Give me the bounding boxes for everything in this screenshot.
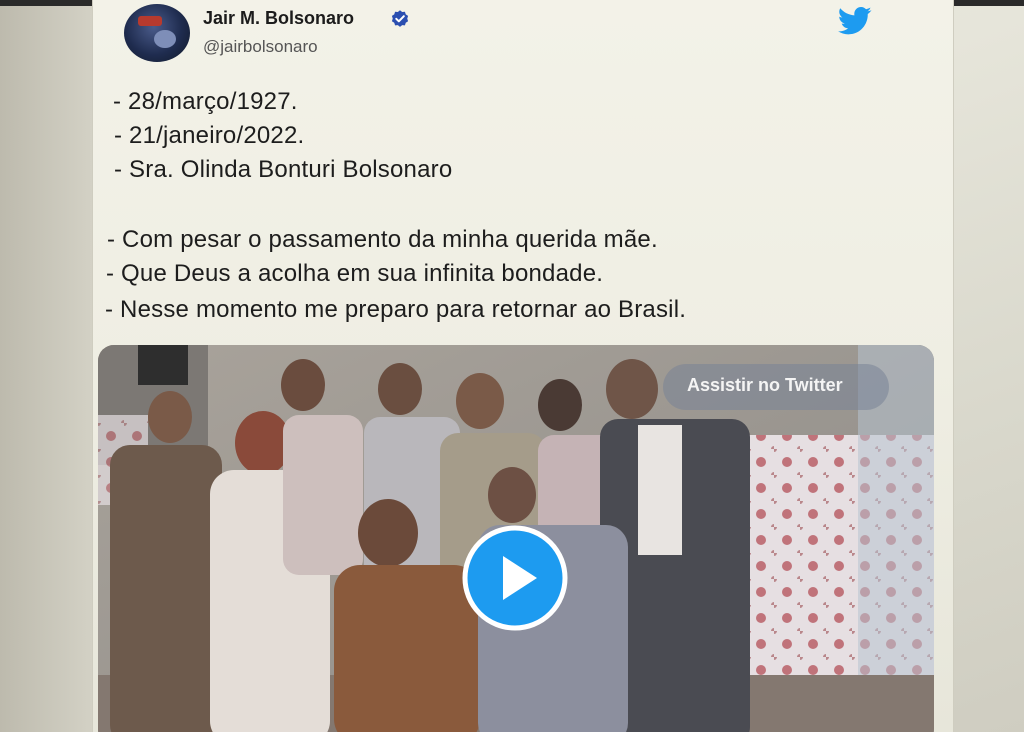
verified-badge-icon (391, 10, 409, 27)
tweet-line-prayer: - Que Deus a acolha em sua infinita bond… (106, 260, 604, 287)
author-avatar[interactable] (124, 4, 190, 62)
watch-on-twitter-label[interactable]: Assistir no Twitter (687, 375, 843, 396)
play-icon[interactable] (461, 524, 569, 632)
background-edge (0, 0, 92, 732)
tweet-line-name: - Sra. Olinda Bonturi Bolsonaro (114, 156, 453, 183)
twitter-bird-icon[interactable] (838, 6, 872, 36)
author-handle[interactable]: @jairbolsonaro (203, 37, 318, 57)
tweet-line-condolence: - Com pesar o passamento da minha querid… (107, 226, 658, 253)
tweet-line-death-date: - 21/janeiro/2022. (114, 122, 305, 149)
author-name[interactable]: Jair M. Bolsonaro (203, 8, 354, 29)
photographed-screen: Jair M. Bolsonaro @jairbolsonaro - 28/ma… (0, 0, 1024, 732)
tweet-line-return: - Nesse momento me preparo para retornar… (105, 296, 687, 323)
tweet-line-birth-date: - 28/março/1927. (113, 88, 298, 115)
